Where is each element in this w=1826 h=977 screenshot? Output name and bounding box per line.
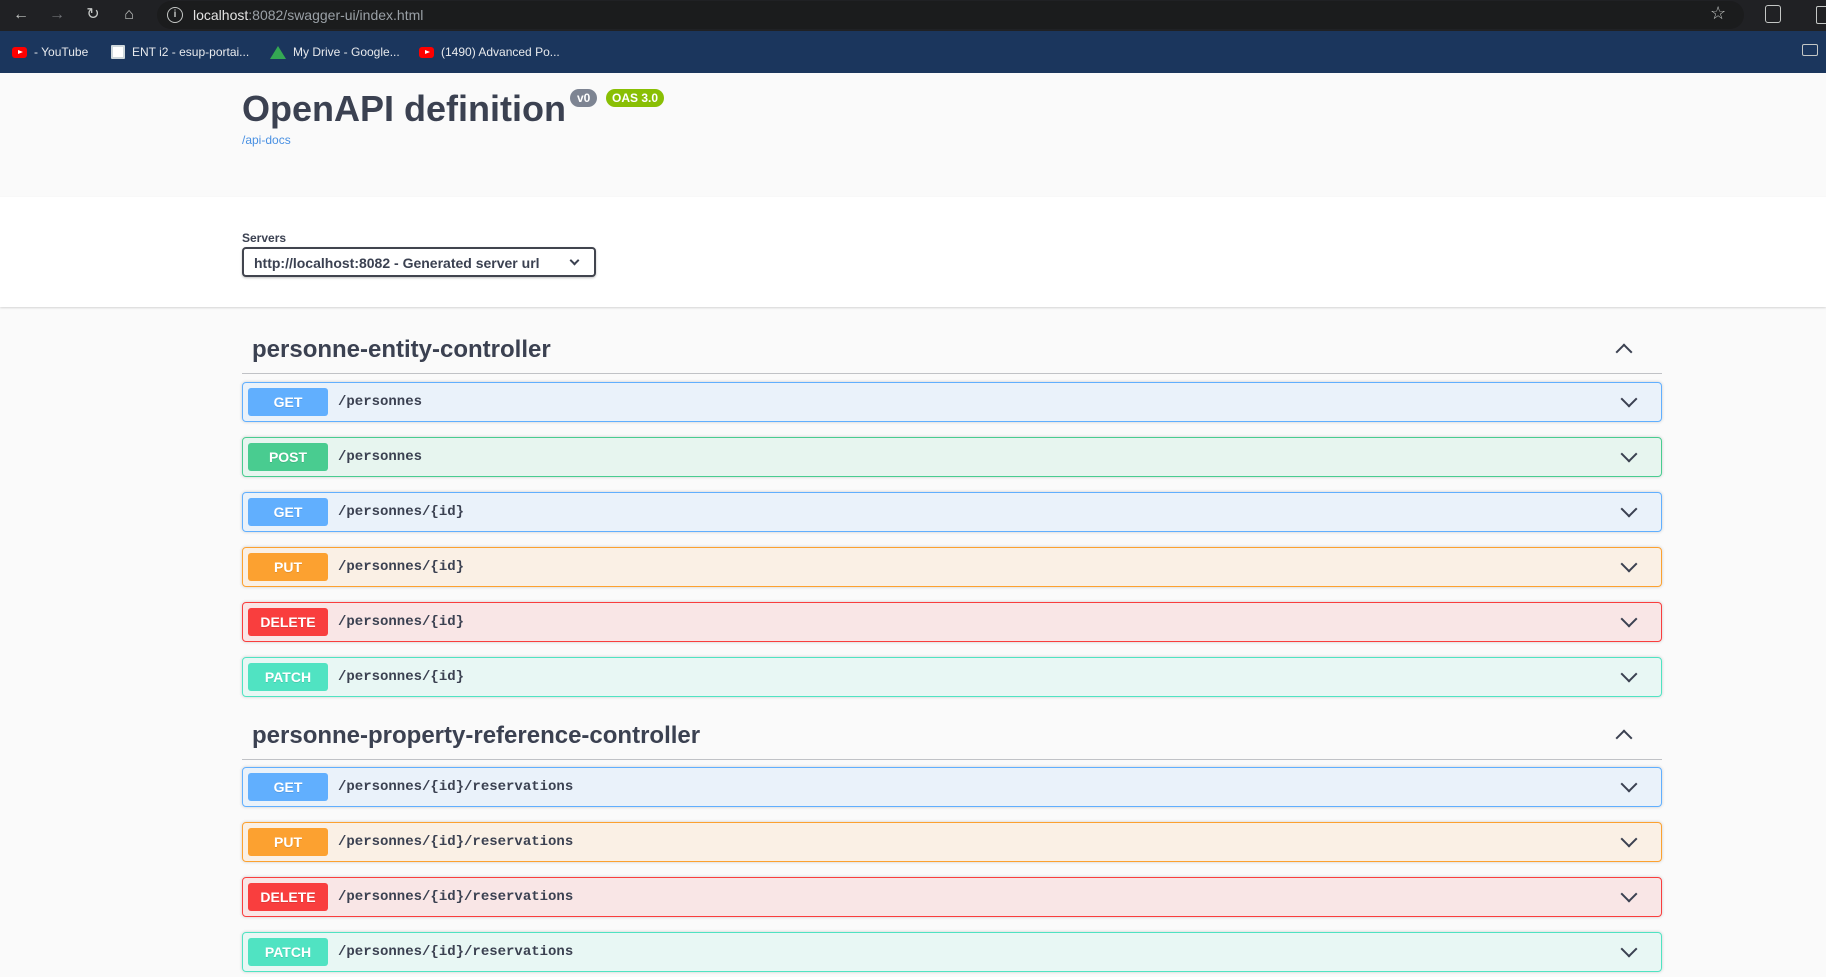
method-badge: POST xyxy=(248,443,328,471)
drive-icon xyxy=(270,45,286,59)
chevron-down-icon[interactable] xyxy=(1620,665,1638,683)
operation-path: /personnes/{id} xyxy=(338,504,465,520)
operation-path: /personnes xyxy=(338,394,423,410)
all-bookmarks-folder-icon[interactable] xyxy=(1802,44,1818,56)
tag-title: personne-property-reference-controller xyxy=(252,722,701,749)
api-docs-link[interactable]: /api-docs xyxy=(242,133,291,147)
operation-path: /personnes/{id} xyxy=(338,669,465,685)
operation-path: /personnes xyxy=(338,449,423,465)
tag-personne-property-reference-controller[interactable]: personne-property-reference-controller xyxy=(242,712,1662,760)
method-badge: GET xyxy=(248,498,328,526)
chevron-up-icon[interactable] xyxy=(1615,343,1633,361)
operation-row[interactable]: PUT /personnes/{id} xyxy=(242,547,1662,587)
bookmark-ent[interactable]: ENT i2 - esup-portai... xyxy=(111,45,249,59)
operation-row[interactable]: PATCH /personnes/{id} xyxy=(242,657,1662,697)
browser-toolbar: ← → ↻ ⌂ i localhost:8082/swagger-ui/inde… xyxy=(0,0,1826,31)
operation-row[interactable]: GET /personnes xyxy=(242,382,1662,422)
tag-title: personne-entity-controller xyxy=(252,336,551,363)
chevron-down-icon[interactable] xyxy=(1620,445,1638,463)
home-icon[interactable]: ⌂ xyxy=(118,4,140,26)
api-info: OpenAPI definition v0 OAS 3.0 /api-docs xyxy=(0,73,1826,197)
tag-personne-entity-controller[interactable]: personne-entity-controller xyxy=(242,326,1662,374)
youtube-icon xyxy=(12,46,27,58)
bookmark-label: ENT i2 - esup-portai... xyxy=(132,45,250,59)
extensions-icon[interactable] xyxy=(1765,5,1781,23)
method-badge: DELETE xyxy=(248,608,328,636)
chevron-down-icon[interactable] xyxy=(1620,830,1638,848)
method-badge: DELETE xyxy=(248,883,328,911)
chevron-up-icon[interactable] xyxy=(1615,729,1633,747)
site-info-icon[interactable]: i xyxy=(167,7,183,23)
ent-icon xyxy=(111,45,125,59)
url-text[interactable]: localhost:8082/swagger-ui/index.html xyxy=(193,7,423,23)
reload-icon[interactable]: ↻ xyxy=(82,4,104,26)
operation-row[interactable]: GET /personnes/{id} xyxy=(242,492,1662,532)
operation-path: /personnes/{id}/reservations xyxy=(338,889,574,905)
operation-row[interactable]: GET /personnes/{id}/reservations xyxy=(242,767,1662,807)
operation-row[interactable]: DELETE /personnes/{id}/reservations xyxy=(242,877,1662,917)
bookmark-youtube[interactable]: - YouTube xyxy=(12,45,88,59)
servers-label: Servers xyxy=(242,231,287,245)
method-badge: PATCH xyxy=(248,663,328,691)
page-title: OpenAPI definition xyxy=(242,88,566,129)
bookmark-star-icon[interactable]: ☆ xyxy=(1710,3,1726,24)
chevron-down-icon[interactable] xyxy=(1620,555,1638,573)
operation-path: /personnes/{id}/reservations xyxy=(338,779,574,795)
method-badge: PUT xyxy=(248,828,328,856)
operation-path: /personnes/{id} xyxy=(338,559,465,575)
method-badge: GET xyxy=(248,388,328,416)
servers-select[interactable]: http://localhost:8082 - Generated server… xyxy=(242,247,596,277)
bookmark-drive[interactable]: My Drive - Google... xyxy=(270,45,400,59)
operation-row[interactable]: PATCH /personnes/{id}/reservations xyxy=(242,932,1662,972)
operation-row[interactable]: POST /personnes xyxy=(242,437,1662,477)
method-badge: PATCH xyxy=(248,938,328,966)
chevron-down-icon[interactable] xyxy=(1620,775,1638,793)
operation-path: /personnes/{id}/reservations xyxy=(338,834,574,850)
chevron-down-icon xyxy=(569,255,580,266)
bookmark-label: My Drive - Google... xyxy=(293,45,400,59)
oas-badge: OAS 3.0 xyxy=(606,89,665,107)
forward-icon[interactable]: → xyxy=(46,4,68,26)
chevron-down-icon[interactable] xyxy=(1620,885,1638,903)
method-badge: PUT xyxy=(248,553,328,581)
chevron-down-icon[interactable] xyxy=(1620,390,1638,408)
operation-row[interactable]: PUT /personnes/{id}/reservations xyxy=(242,822,1662,862)
operation-path: /personnes/{id} xyxy=(338,614,465,630)
bookmark-youtube-advanced[interactable]: (1490) Advanced Po... xyxy=(419,45,560,59)
back-icon[interactable]: ← xyxy=(10,4,32,26)
address-bar[interactable]: i localhost:8082/swagger-ui/index.html xyxy=(157,1,1744,29)
bookmarks-bar: - YouTube ENT i2 - esup-portai... My Dri… xyxy=(0,31,1826,73)
side-panel-icon[interactable] xyxy=(1816,6,1826,24)
chevron-down-icon[interactable] xyxy=(1620,500,1638,518)
operation-path: /personnes/{id}/reservations xyxy=(338,944,574,960)
chevron-down-icon[interactable] xyxy=(1620,940,1638,958)
youtube-icon xyxy=(419,46,434,58)
bookmark-label: - YouTube xyxy=(34,45,89,59)
servers-selected-value: http://localhost:8082 - Generated server… xyxy=(254,255,540,271)
bookmark-label: (1490) Advanced Po... xyxy=(441,45,560,59)
method-badge: GET xyxy=(248,773,328,801)
operation-row[interactable]: DELETE /personnes/{id} xyxy=(242,602,1662,642)
chevron-down-icon[interactable] xyxy=(1620,610,1638,628)
servers-section: Servers http://localhost:8082 - Generate… xyxy=(0,197,1826,307)
version-badge: v0 xyxy=(570,89,598,107)
